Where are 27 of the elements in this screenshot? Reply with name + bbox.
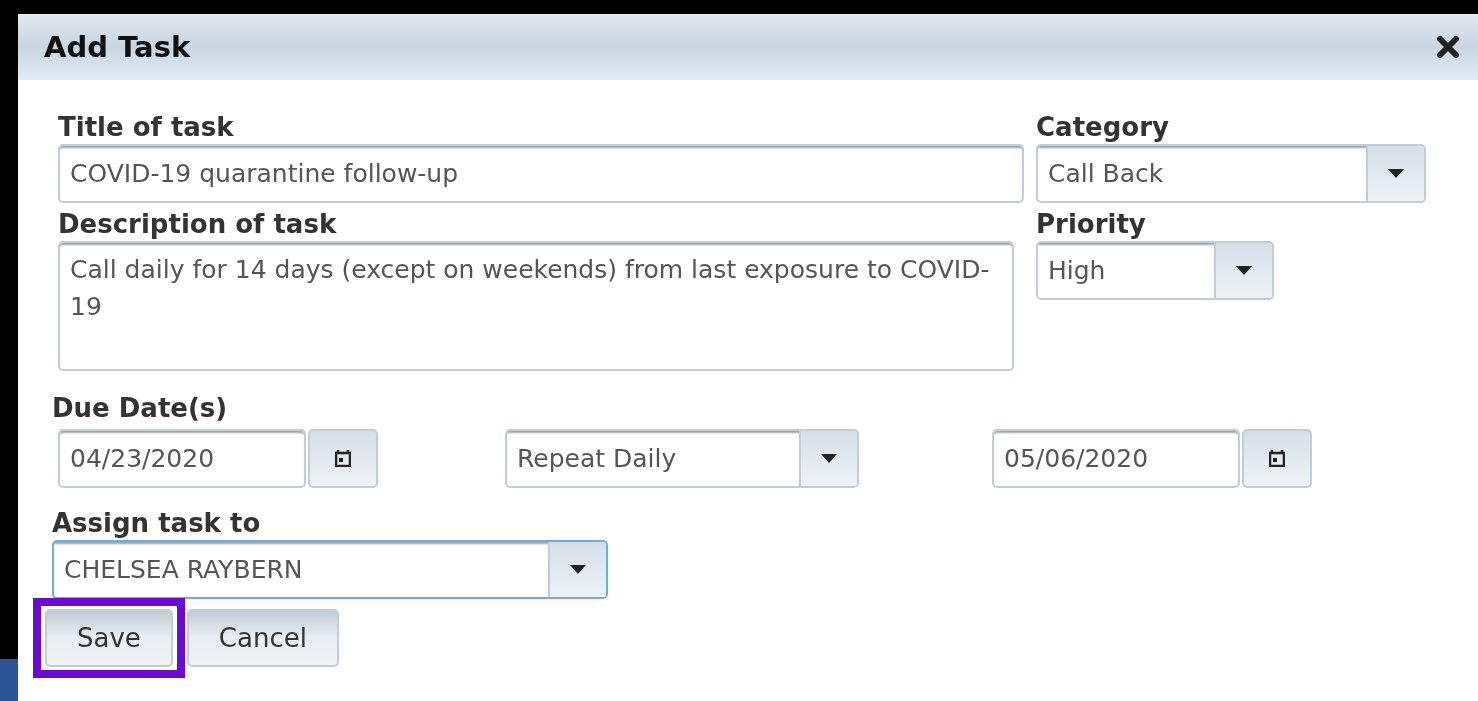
field-label: Description of task — [58, 208, 338, 241]
field-label: Assign task to — [52, 507, 262, 540]
dialog-title: Add Task — [44, 30, 191, 64]
end-date-field[interactable]: 05/06/2020 — [992, 429, 1240, 488]
category-select[interactable]: Call Back — [1036, 144, 1426, 203]
priority-select[interactable]: High — [1036, 241, 1274, 300]
description-field[interactable]: Call daily for 14 days (except on weekends) from last exposure to COVID-19 — [58, 241, 1014, 371]
field-label: Priority — [1036, 208, 1147, 241]
dialog-button[interactable]: Cancel — [186, 609, 339, 667]
start-date-field[interactable]: 04/23/2020 — [58, 429, 306, 488]
repeat-select[interactable]: Repeat Daily — [505, 429, 859, 488]
close-icon[interactable] — [1436, 35, 1460, 59]
title-field[interactable]: COVID-19 quarantine follow-up — [58, 144, 1024, 203]
assign-select[interactable]: CHELSEA RAYBERN — [52, 540, 608, 599]
background-patch — [0, 659, 18, 701]
caret-icon — [1388, 169, 1404, 178]
dialog-button[interactable]: Save — [45, 609, 173, 667]
caret-icon — [821, 454, 837, 463]
caret-icon — [1236, 266, 1252, 275]
calendar-icon — [335, 450, 351, 467]
calendar-button[interactable] — [308, 429, 378, 488]
calendar-button[interactable] — [1242, 429, 1312, 488]
field-label: Category — [1036, 111, 1170, 144]
field-label: Due Date(s) — [52, 392, 229, 425]
field-label: Title of task — [58, 111, 235, 144]
caret-icon — [570, 565, 586, 574]
calendar-icon — [1269, 450, 1285, 467]
